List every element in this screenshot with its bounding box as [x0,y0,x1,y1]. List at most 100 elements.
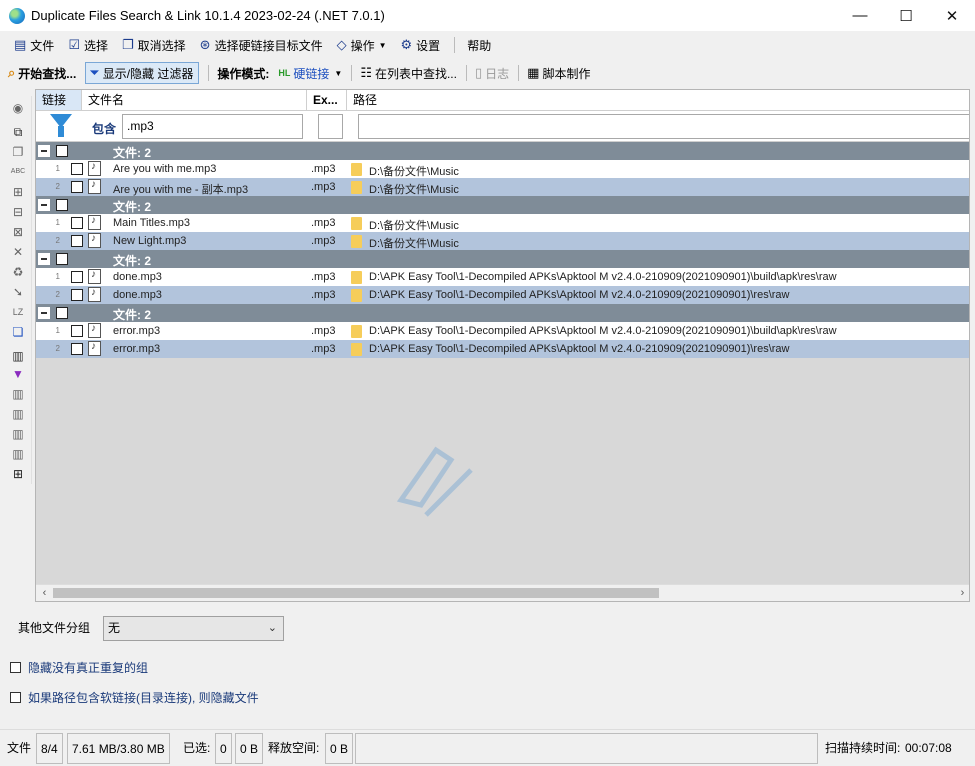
search-start-icon: ⌕ [8,65,16,80]
file-row[interactable]: 1 Are you with me.mp3 .mp3 D:\备份文件\Music [36,160,969,178]
column-header-link[interactable]: 链接 [36,90,82,110]
file-row[interactable]: 2 Are you with me - 副本.mp3 .mp3 D:\备份文件\… [36,178,969,196]
status-selected-count: 0 [215,733,232,764]
group-row[interactable]: 文件: 2 [36,196,969,214]
file-row[interactable]: 1 error.mp3 .mp3 D:\APK Easy Tool\1-Deco… [36,322,969,340]
group-row[interactable]: 文件: 2 [36,304,969,322]
file-checkbox[interactable] [71,325,83,337]
group-row[interactable]: 文件: 2 [36,142,969,160]
group-checkbox[interactable] [56,253,68,265]
filter-columns-icon[interactable]: ▼ [10,366,26,382]
scroll-right-icon[interactable]: › [954,585,969,601]
log-button[interactable]: ▯ 日志 [475,62,509,84]
toggle-filter-button[interactable]: ⏷ 显示/隐藏 过滤器 [85,62,200,84]
hide-softlink-checkbox[interactable] [10,692,21,703]
abc-icon[interactable]: ABC [10,164,26,180]
file-row[interactable]: 2 New Light.mp3 .mp3 D:\备份文件\Music [36,232,969,250]
file-checkbox[interactable] [71,289,83,301]
maximize-button[interactable]: ☐ [883,0,929,31]
checkbox-icon: ☑ [68,37,80,52]
file-checkbox[interactable] [71,181,83,193]
close-button[interactable]: ✕ [929,0,975,31]
audio-file-icon [88,269,101,284]
collapse-icon[interactable] [38,253,50,265]
filter-ext-input[interactable] [318,114,343,139]
chevron-down-icon: ▼ [378,40,387,50]
column-icon-3[interactable]: ▥ [10,426,26,442]
menu-help[interactable]: 帮助 [467,37,491,54]
menu-settings[interactable]: ⚙ 设置 [401,37,441,54]
pages-dropdown-icon[interactable]: ❏ [10,324,26,340]
hide-non-dup-option[interactable]: 隐藏没有真正重复的组 [10,659,148,676]
file-row[interactable]: 2 error.mp3 .mp3 D:\APK Easy Tool\1-Deco… [36,340,969,358]
tree-expand-icon[interactable]: ⊟ [10,204,26,220]
window-title: Duplicate Files Search & Link 10.1.4 202… [31,8,385,23]
scroll-thumb[interactable] [53,588,659,598]
folder-icon [351,163,362,176]
left-tool-strip: ◉ ⧉ ❐ ABC ⊞ ⊟ ⊠ ✕ ♻ ➘ LZ ❏ ▥ ▼ ▥ ▥ ▥ ▥ ⊞ [4,96,32,484]
column-icon-2[interactable]: ▥ [10,406,26,422]
file-row[interactable]: 1 Main Titles.mp3 .mp3 D:\备份文件\Music [36,214,969,232]
minimize-button[interactable]: — [837,0,883,31]
column-icon-1[interactable]: ▥ [10,386,26,402]
file-row[interactable]: 2 done.mp3 .mp3 D:\APK Easy Tool\1-Decom… [36,286,969,304]
toolbar-separator [518,65,520,81]
folder-icon [351,325,362,338]
file-checkbox[interactable] [71,343,83,355]
move-icon[interactable]: ➘ [10,284,26,300]
status-bar: 文件 8/4 7.61 MB/3.80 MB 已选: 0 0 B 释放空间: 0… [0,729,975,766]
audio-file-icon [88,161,101,176]
start-search-button[interactable]: ⌕ 开始查找... [8,62,76,84]
status-duration-value: 00:07:08 [905,741,952,755]
copy-icon[interactable]: ❐ [10,144,26,160]
collapse-icon[interactable] [38,145,50,157]
menu-operations[interactable]: ◇ 操作 ▼ [337,37,387,54]
hide-softlink-option[interactable]: 如果路径包含软链接(目录连接), 则隐藏文件 [10,689,259,706]
lz-icon[interactable]: LZ [10,304,26,320]
file-checkbox[interactable] [71,235,83,247]
column-header-ext[interactable]: Ex... [307,90,347,110]
eye-icon[interactable]: ◉ [10,100,26,116]
filter-name-input[interactable]: .mp3 [122,114,303,139]
column-icon-4[interactable]: ▥ [10,446,26,462]
collapse-icon[interactable] [38,307,50,319]
scroll-left-icon[interactable]: ‹ [36,585,53,601]
add-copy-icon[interactable]: ⧉ [10,124,26,140]
menu-deselect[interactable]: ❐ 取消选择 [122,37,186,54]
find-in-list-button[interactable]: ☷ 在列表中查找... [360,62,457,84]
delete-icon[interactable]: ✕ [10,244,26,260]
audio-file-icon [88,233,101,248]
file-checkbox[interactable] [71,271,83,283]
group-row[interactable]: 文件: 2 [36,250,969,268]
folder-icon [351,343,362,356]
tree-collapse-icon[interactable]: ⊠ [10,224,26,240]
menu-select-hardlink[interactable]: ⊛ 选择硬链接目标文件 [200,37,323,54]
filter-path-input[interactable] [358,114,969,139]
script-button[interactable]: ▦ 脚本制作 [527,62,590,84]
group-checkbox[interactable] [56,307,68,319]
column-header-path[interactable]: 路径 [347,90,969,110]
horizontal-scrollbar[interactable]: ‹ › [36,584,969,601]
folder-icon [351,271,362,284]
status-files-count: 8/4 [36,733,63,764]
group-checkbox[interactable] [56,199,68,211]
file-checkbox[interactable] [71,163,83,175]
audio-file-icon [88,341,101,356]
tree-icon[interactable]: ⊞ [10,184,26,200]
recycle-icon[interactable]: ♻ [10,264,26,280]
group-checkbox[interactable] [56,145,68,157]
column-header-name[interactable]: 文件名 [82,90,307,110]
file-checkbox[interactable] [71,217,83,229]
other-group-select[interactable]: 无 ⌄ [103,616,284,641]
menu-file[interactable]: ▤ 文件 [14,37,54,54]
status-selected-label: 已选: [183,741,211,755]
hide-non-dup-checkbox[interactable] [10,662,21,673]
collapse-icon[interactable] [38,199,50,211]
file-row[interactable]: 1 done.mp3 .mp3 D:\APK Easy Tool\1-Decom… [36,268,969,286]
columns-icon[interactable]: ▥ [10,348,26,364]
grid-layout-icon[interactable]: ⊞ [10,466,26,482]
folder-icon [351,217,362,230]
copy-icon: ❐ [121,37,134,52]
operation-mode-dropdown[interactable]: HL 硬链接 ▼ [278,62,342,84]
menu-select[interactable]: ☑ 选择 [68,37,108,54]
